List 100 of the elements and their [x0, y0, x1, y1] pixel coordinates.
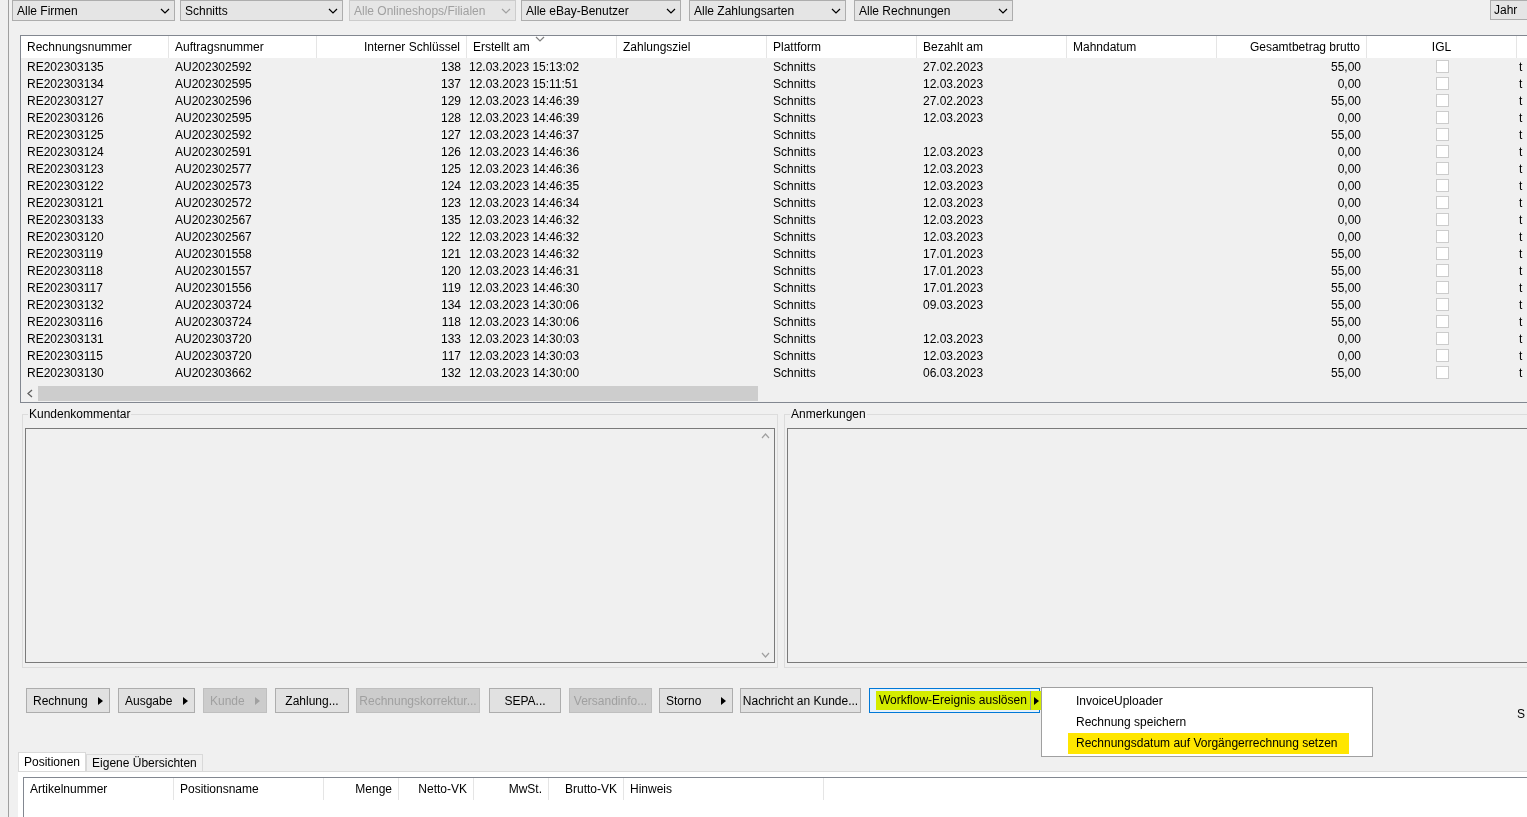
table-cell-text: Schnitts: [773, 211, 816, 229]
table-cell-text: AU202303720: [175, 347, 252, 365]
scroll-down-icon[interactable]: [761, 652, 770, 658]
column-header[interactable]: Erstellt am: [473, 38, 530, 56]
button[interactable]: Workflow-Ereignis auslösen: [869, 688, 1040, 713]
menu-item[interactable]: Rechnung speichern: [1068, 711, 1349, 733]
table-cell-text: 12.03.2023: [923, 330, 984, 348]
chevron-down-icon: [328, 7, 338, 14]
checkbox[interactable]: [1435, 213, 1449, 226]
column-header[interactable]: Brutto-VK: [564, 780, 617, 798]
filter-dropdown[interactable]: Alle Zahlungsarten: [689, 0, 846, 21]
table-cell-text: 0,00: [1337, 75, 1361, 93]
column-header[interactable]: Zahlungsziel: [623, 38, 691, 56]
checkbox[interactable]: [1435, 162, 1449, 175]
table-cell-text: RE202303120: [27, 228, 104, 246]
table-cell-text: 117: [441, 347, 461, 365]
checkbox[interactable]: [1435, 77, 1449, 90]
checkbox[interactable]: [1435, 332, 1449, 345]
checkbox[interactable]: [1435, 145, 1449, 158]
button[interactable]: Rechnung: [26, 688, 110, 713]
table-cell: t: [1519, 229, 1523, 244]
scrollbar-thumb[interactable]: [38, 386, 758, 401]
filter-dropdown[interactable]: Alle eBay-Benutzer: [521, 0, 681, 21]
filter-dropdown[interactable]: Alle Firmen: [12, 0, 175, 21]
table-cell-text: AU202301557: [175, 262, 252, 280]
button[interactable]: Storno: [659, 688, 733, 713]
table-cell: t: [1519, 297, 1523, 312]
table-cell-text: 135: [440, 211, 461, 229]
group-title: Kundenkommentar: [28, 407, 132, 421]
column-header[interactable]: Plattform: [773, 38, 821, 56]
button[interactable]: Zahlung...: [275, 688, 349, 713]
table-cell-text: 129: [440, 92, 461, 110]
checkbox[interactable]: [1435, 349, 1449, 362]
column-header[interactable]: Menge: [355, 780, 392, 798]
filter-dropdown[interactable]: Alle Rechnungen: [854, 0, 1013, 21]
column-header[interactable]: Interner Schlüssel: [363, 38, 460, 56]
table-cell-text: 122: [440, 228, 461, 246]
group-title: Anmerkungen: [790, 407, 867, 421]
table-cell-text: 12.03.2023 14:46:39: [469, 92, 580, 110]
table-cell-text: 0,00: [1337, 228, 1361, 246]
table-cell-text: 12.03.2023: [923, 228, 984, 246]
checkbox[interactable]: [1435, 128, 1449, 141]
table-cell-text: 12.03.2023 14:46:37: [469, 126, 580, 144]
table-cell-text: 0,00: [1337, 194, 1361, 212]
column-header[interactable]: Mahndatum: [1073, 38, 1137, 56]
table-cell-text: RE202303117: [27, 279, 103, 297]
column-header[interactable]: Auftragsnummer: [175, 38, 264, 56]
checkbox[interactable]: [1435, 281, 1449, 294]
button[interactable]: Ausgabe: [118, 688, 195, 713]
column-header[interactable]: IGL: [1431, 38, 1452, 56]
table-cell-text: AU202303724: [175, 313, 252, 331]
year-button[interactable]: Jahr: [1490, 0, 1527, 20]
column-header[interactable]: Gesamtbetrag brutto: [1249, 38, 1360, 56]
column-header[interactable]: Positionsname: [180, 780, 259, 798]
table-cell-text: 12.03.2023: [923, 143, 984, 161]
column-header[interactable]: Rechnungsnummer: [27, 38, 132, 56]
column-header[interactable]: Hinweis: [630, 780, 672, 798]
checkbox[interactable]: [1435, 111, 1449, 124]
menu-item[interactable]: InvoiceUploader: [1068, 690, 1349, 712]
tab[interactable]: Positionen: [18, 752, 87, 772]
table-cell-text: Schnitts: [773, 58, 816, 76]
table-cell-text: AU202302577: [175, 160, 252, 178]
table-cell-text: AU202302592: [175, 126, 252, 144]
checkbox[interactable]: [1435, 179, 1449, 192]
checkbox[interactable]: [1435, 94, 1449, 107]
table-cell-text: Schnitts: [773, 296, 816, 314]
table-cell-text: 12.03.2023 14:46:35: [469, 177, 580, 195]
checkbox[interactable]: [1435, 315, 1449, 328]
checkbox[interactable]: [1435, 196, 1449, 209]
table-cell-text: Schnitts: [773, 313, 816, 331]
button[interactable]: Nachricht an Kunde...: [740, 688, 861, 713]
menu-item[interactable]: Rechnungsdatum auf Vorgängerrechnung setzen: [1068, 732, 1349, 754]
column-header[interactable]: Netto-VK: [418, 780, 467, 798]
scroll-up-icon[interactable]: [761, 433, 770, 439]
table-cell-text: AU202302572: [175, 194, 252, 212]
table-cell-text: RE202303116: [27, 313, 103, 331]
column-header[interactable]: MwSt.: [508, 780, 542, 798]
checkbox[interactable]: [1435, 230, 1449, 243]
table-cell-text: 55,00: [1330, 58, 1361, 76]
checkbox[interactable]: [1435, 366, 1449, 379]
table-cell-text: 12.03.2023: [923, 211, 984, 229]
table-cell-text: 12.03.2023 14:46:32: [469, 245, 580, 263]
table-cell-text: 55,00: [1330, 296, 1361, 314]
checkbox[interactable]: [1435, 60, 1449, 73]
table-cell-text: AU202302596: [175, 92, 252, 110]
table-cell-text: 0,00: [1337, 160, 1361, 178]
table-cell-text: RE202303118: [27, 262, 103, 280]
checkbox[interactable]: [1435, 247, 1449, 260]
checkbox[interactable]: [1435, 298, 1449, 311]
table-cell-text: 12.03.2023 14:46:31: [469, 262, 580, 280]
column-header[interactable]: Artikelnummer: [30, 780, 108, 798]
table-cell: t: [1519, 314, 1523, 329]
table-cell-text: Schnitts: [773, 347, 816, 365]
checkbox[interactable]: [1435, 264, 1449, 277]
table-cell-text: 12.03.2023 14:46:36: [469, 160, 580, 178]
table-cell-text: RE202303127: [27, 92, 104, 110]
button[interactable]: SEPA...: [489, 688, 561, 713]
column-header[interactable]: Bezahlt am: [923, 38, 984, 56]
tab[interactable]: Eigene Übersichten: [86, 754, 203, 772]
filter-dropdown[interactable]: Schnitts: [180, 0, 343, 21]
